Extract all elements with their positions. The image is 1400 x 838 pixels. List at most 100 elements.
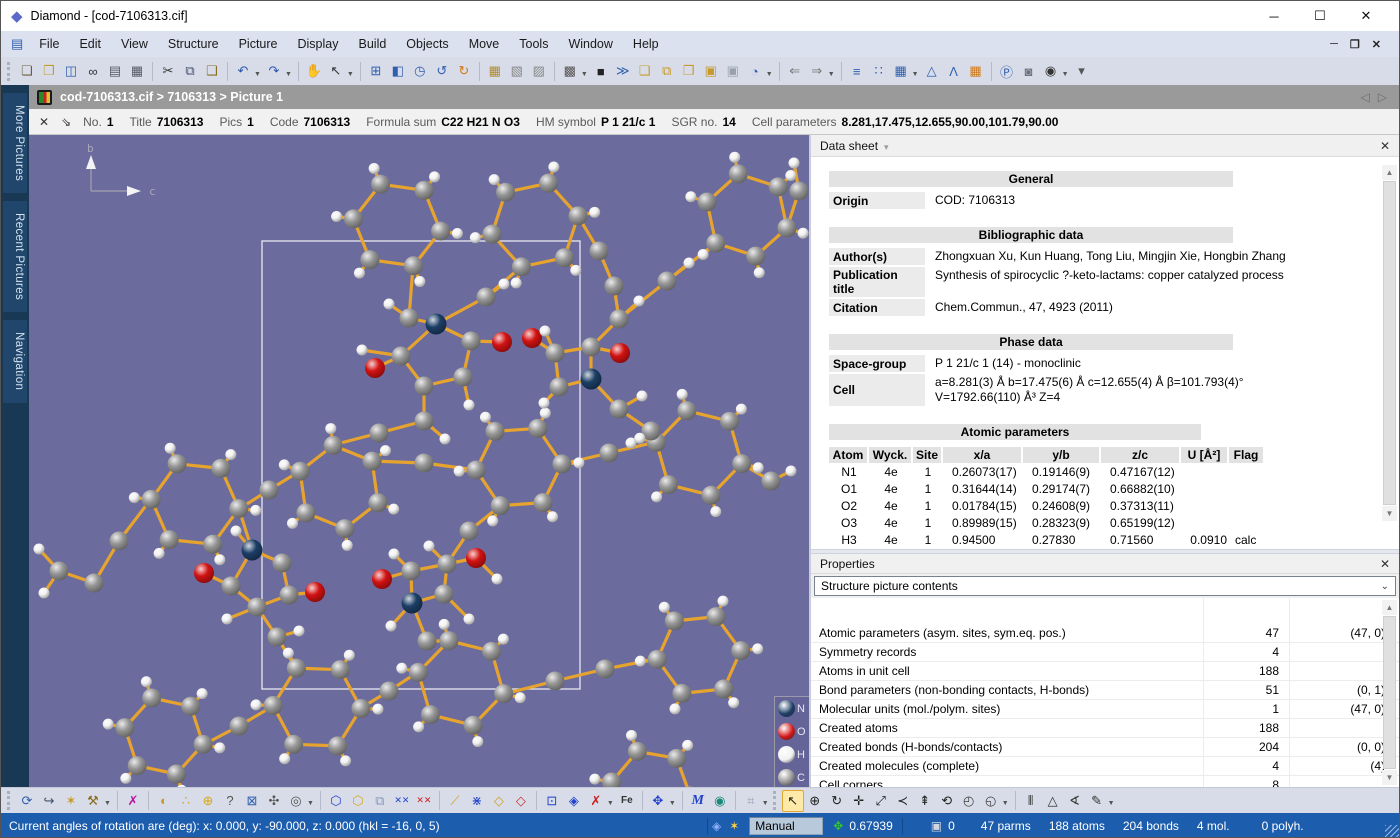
translate-mode-button[interactable]: ✛	[848, 790, 870, 812]
menu-objects[interactable]: Objects	[396, 33, 458, 55]
menu-structure[interactable]: Structure	[158, 33, 229, 55]
close-infobar-icon[interactable]: ✕	[39, 115, 49, 129]
destroy-button[interactable]: ✗	[122, 790, 144, 812]
atom-design-dropdown-icon[interactable]: ▼	[307, 800, 314, 807]
paste-picture-button[interactable]: ❒	[678, 60, 700, 82]
animate-a-button[interactable]: ◴	[958, 790, 980, 812]
cell-edges-button[interactable]: ⊠	[241, 790, 263, 812]
view-angle-plot-button[interactable]: △	[921, 60, 943, 82]
sidebar-tab-navigation[interactable]: Navigation	[3, 320, 27, 402]
menu-move[interactable]: Move	[459, 33, 510, 55]
print-preview-button[interactable]: ▤	[104, 60, 126, 82]
scroll-up-icon[interactable]: ▲	[1382, 600, 1397, 615]
view-document-button[interactable]: ≡	[846, 60, 868, 82]
snapshot-button[interactable]: ◙	[1018, 60, 1040, 82]
menu-view[interactable]: View	[111, 33, 158, 55]
table-edit-button[interactable]: ▧	[506, 60, 528, 82]
contacts-blue-button[interactable]: ✕✕	[391, 790, 413, 812]
cell-box-button[interactable]: ⊡	[541, 790, 563, 812]
pan-view-dropdown-icon[interactable]: ▼	[669, 800, 676, 807]
picture-a-button[interactable]: ▣	[700, 60, 722, 82]
properties-row[interactable]: Created atoms188	[811, 719, 1399, 738]
structure-3d-view[interactable]: b c NOHC	[29, 135, 809, 787]
wizard-icon[interactable]: ✶	[729, 819, 739, 833]
atom-design-button[interactable]: ◎	[285, 790, 307, 812]
select-mode-button[interactable]: ↖	[782, 790, 804, 812]
coordination-blue-button[interactable]: ⬡	[325, 790, 347, 812]
spin-mode-button[interactable]: ⟲	[936, 790, 958, 812]
slide-show-button[interactable]: ■	[590, 60, 612, 82]
coordination-stack-button[interactable]: ⧉	[369, 790, 391, 812]
scroll-thumb[interactable]	[1383, 616, 1396, 769]
video-record-button[interactable]: ◉	[1040, 60, 1062, 82]
scroll-thumb[interactable]	[1383, 181, 1396, 505]
frame-grid-button[interactable]: ⌗	[740, 790, 762, 812]
menu-file[interactable]: File	[29, 33, 69, 55]
menu-picture[interactable]: Picture	[229, 33, 288, 55]
properties-selector[interactable]: Structure picture contents ⌄	[814, 576, 1396, 596]
rebuild-button[interactable]: ⚒	[82, 790, 104, 812]
view-properties-button[interactable]: ∷	[868, 60, 890, 82]
redo-dropdown-icon[interactable]: ▼	[285, 71, 292, 78]
zoom-mode-button[interactable]: ⤢	[870, 790, 892, 812]
menu-build[interactable]: Build	[349, 33, 397, 55]
polyhedron-open-button[interactable]: ◇	[488, 790, 510, 812]
menu-display[interactable]: Display	[288, 33, 349, 55]
camera-icon[interactable]: ▣	[931, 819, 942, 833]
open-file-button[interactable]: ❐	[38, 60, 60, 82]
mdi-minimize-button[interactable]: ─	[1330, 38, 1338, 51]
sidebar-tab-recent-pictures[interactable]: Recent Pictures	[3, 201, 27, 312]
measure-plane-button[interactable]: ✎	[1086, 790, 1108, 812]
undo-dropdown-icon[interactable]: ▼	[254, 71, 261, 78]
mode-indicator[interactable]: Manual	[749, 817, 823, 835]
properties-row[interactable]: Atomic parameters (asym. sites, sym.eq. …	[811, 624, 1399, 643]
nav-back-button[interactable]: ⇐	[784, 60, 806, 82]
tile-view-button[interactable]: ◧	[387, 60, 409, 82]
revert-button[interactable]: ↺	[431, 60, 453, 82]
remove-items-dropdown-icon[interactable]: ▼	[607, 800, 614, 807]
minimize-button[interactable]: ─	[1251, 1, 1297, 31]
table-copy-button[interactable]: ▨	[528, 60, 550, 82]
datasheet-scrollbar[interactable]: ▲ ▼	[1382, 165, 1397, 521]
grid-options-dropdown-icon[interactable]: ▼	[581, 71, 588, 78]
polyhedra-view-button[interactable]: ◈	[563, 790, 585, 812]
view-table-dropdown-icon[interactable]: ▼	[912, 71, 919, 78]
render-globe-button[interactable]: ◉	[709, 790, 731, 812]
properties-row[interactable]: Symmetry records4	[811, 643, 1399, 662]
rotate-z-button[interactable]: ↻	[826, 790, 848, 812]
view-table-button[interactable]: ▦	[890, 60, 912, 82]
menu-help[interactable]: Help	[623, 33, 669, 55]
new-file-button[interactable]: ❏	[16, 60, 38, 82]
molecule-label-button[interactable]: M	[687, 790, 709, 812]
scheduler-dropdown-icon[interactable]: ▼	[766, 71, 773, 78]
cut-button[interactable]: ✂	[157, 60, 179, 82]
menu-tools[interactable]: Tools	[509, 33, 558, 55]
redo-button[interactable]: ↷	[263, 60, 285, 82]
mode-grip[interactable]	[773, 791, 777, 810]
save-file-button[interactable]: ◫	[60, 60, 82, 82]
packing-button[interactable]: ✣	[263, 790, 285, 812]
sidebar-tab-more-pictures[interactable]: More Pictures	[3, 93, 27, 193]
measure-plane-dropdown-icon[interactable]: ▼	[1108, 800, 1115, 807]
measure-torsion-button[interactable]: ∢	[1064, 790, 1086, 812]
select-pointer-dropdown-icon[interactable]: ▼	[347, 71, 354, 78]
measure-distance-button[interactable]: ⫴	[1020, 790, 1042, 812]
mdi-close-button[interactable]: ✕	[1372, 38, 1381, 51]
properties-row[interactable]: Cell corners8	[811, 776, 1399, 787]
resize-grip[interactable]	[1385, 825, 1399, 838]
new-picture-button[interactable]: ❏	[634, 60, 656, 82]
mdi-restore-button[interactable]: ❐	[1350, 38, 1360, 51]
document-icon[interactable]: ▤	[11, 36, 23, 52]
toolbar-options-button[interactable]: ▾	[1071, 60, 1093, 82]
print-button[interactable]: ▦	[126, 60, 148, 82]
view-top-button[interactable]: ⇞	[914, 790, 936, 812]
panel-pin-icon[interactable]: ▾	[884, 142, 889, 153]
properties-row[interactable]: Molecular units (mol./polym. sites)1(47,…	[811, 700, 1399, 719]
add-atom-button[interactable]: ⊕	[197, 790, 219, 812]
close-button[interactable]: ✕	[1343, 1, 1389, 31]
properties-close-icon[interactable]: ✕	[1380, 557, 1390, 571]
add-atoms-button[interactable]: ∴	[175, 790, 197, 812]
scroll-down-icon[interactable]: ▼	[1382, 770, 1397, 785]
properties-scrollbar[interactable]: ▲▼	[1382, 600, 1397, 785]
refresh-button[interactable]: ↻	[453, 60, 475, 82]
